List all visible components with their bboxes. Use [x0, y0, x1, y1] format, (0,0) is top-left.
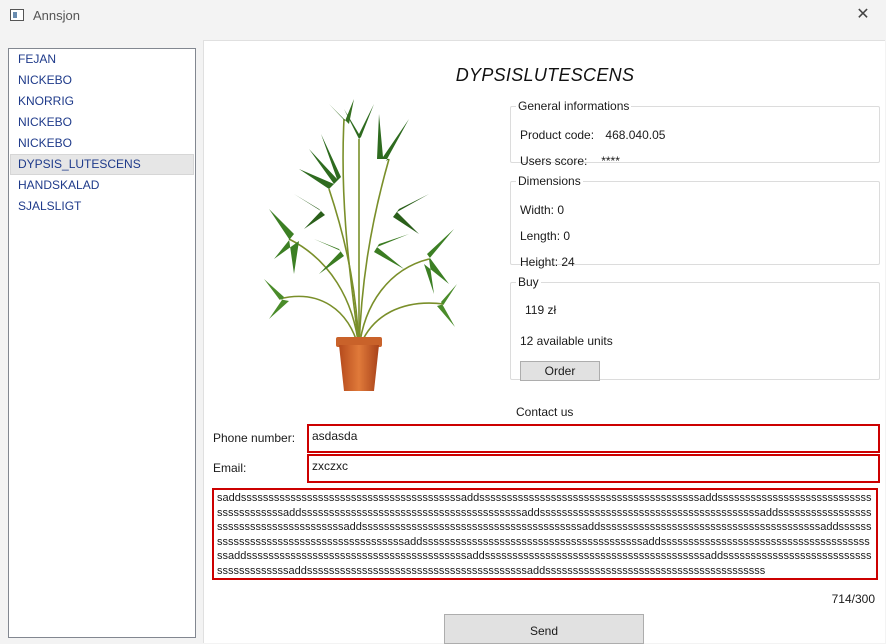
title-bar: Annsjon ✕: [0, 0, 886, 32]
window-client: FEJAN NICKEBO KNORRIG NICKEBO NICKEBO DYPSIS_…: [1, 32, 885, 644]
product-list-item[interactable]: SJALSLIGT: [10, 196, 194, 217]
buy-group: Buy 119 zł 12 available units Order: [510, 275, 880, 381]
contact-heading: Contact us: [516, 405, 574, 419]
phone-number-input[interactable]: asdasda: [307, 424, 880, 453]
height-value: Height: 24: [520, 255, 575, 269]
price-value: 119 zł: [525, 303, 557, 317]
availability-value: 12 available units: [520, 334, 613, 348]
users-score-label: Users score:: [520, 154, 588, 168]
email-input[interactable]: zxczxc: [307, 454, 880, 483]
product-list[interactable]: FEJAN NICKEBO KNORRIG NICKEBO NICKEBO DYPSIS_…: [8, 48, 196, 638]
buy-legend: Buy: [518, 275, 539, 289]
send-button[interactable]: Send: [444, 614, 644, 644]
product-list-item[interactable]: NICKEBO: [10, 112, 194, 133]
product-code-value: 468.040.05: [605, 128, 666, 142]
window-title: Annsjon: [33, 8, 80, 23]
product-list-item[interactable]: NICKEBO: [10, 133, 194, 154]
message-textarea[interactable]: saddssssssssssssssssssssssssssssssssssss…: [212, 488, 878, 580]
product-list-item[interactable]: DYPSIS_LUTESCENS: [10, 154, 194, 175]
product-list-item[interactable]: HANDSKALAD: [10, 175, 194, 196]
product-list-item[interactable]: KNORRIG: [10, 91, 194, 112]
general-informations-group: General informations Product code: 468.0…: [510, 99, 880, 168]
product-list-item[interactable]: FEJAN: [10, 49, 194, 70]
product-code-row: Product code: 468.040.05: [520, 128, 665, 142]
product-list-item[interactable]: NICKEBO: [10, 70, 194, 91]
product-code-label: Product code:: [520, 128, 595, 142]
app-window-icon: [10, 9, 24, 21]
product-title: DYPSISLUTESCENS: [455, 65, 635, 85]
email-label: Email:: [213, 461, 247, 475]
phone-number-label: Phone number:: [213, 431, 296, 445]
character-counter: 714/300: [831, 592, 875, 606]
close-button[interactable]: ✕: [840, 0, 886, 32]
potted-palm-plant-image: [264, 99, 457, 391]
length-value: Length: 0: [520, 229, 571, 243]
order-button[interactable]: Order: [520, 361, 600, 381]
general-informations-legend: General informations: [518, 99, 630, 113]
width-value: Width: 0: [520, 203, 565, 217]
product-detail-panel: DYPSISLUTESCENS General informations Pro…: [203, 40, 885, 644]
users-score-value: ****: [600, 154, 620, 168]
dimensions-legend: Dimensions: [518, 174, 581, 188]
users-score-row: Users score: ****: [520, 154, 619, 168]
dimensions-group: Dimensions Width: 0 Length: 0 Height: 24: [510, 174, 880, 269]
